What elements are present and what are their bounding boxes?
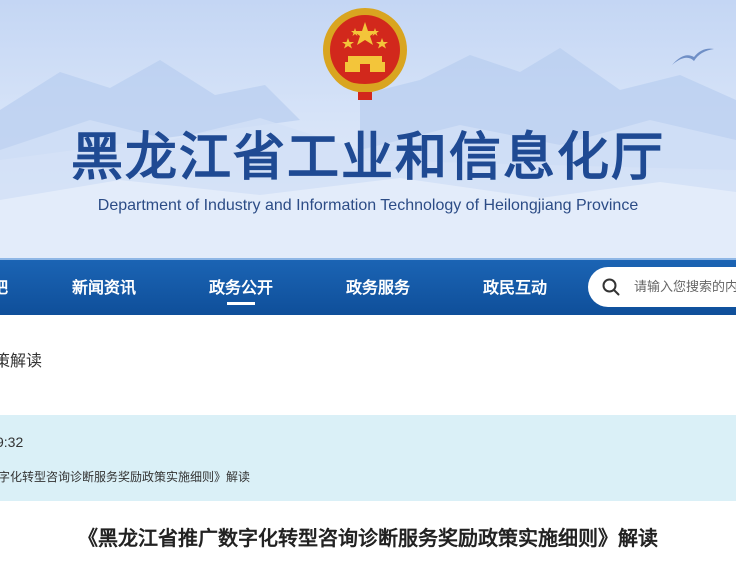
header-banner: 黑龙江省工业和信息化厅 Department of Industry and I…	[0, 0, 736, 258]
site-title: 黑龙江省工业和信息化厅	[70, 128, 665, 188]
article-info-box: 9:32 字化转型咨询诊断服务奖励政策实施细则》解读	[0, 415, 736, 501]
related-policy-link[interactable]: 字化转型咨询诊断服务奖励政策实施细则》解读	[0, 468, 250, 485]
search-box[interactable]	[588, 267, 736, 307]
publish-time: 9:32	[0, 434, 24, 450]
breadcrumb[interactable]: 策解读	[0, 347, 42, 371]
nav-item-gov-services[interactable]: 政务服务	[346, 260, 410, 315]
search-icon[interactable]	[602, 278, 620, 296]
nav-item-gov-affairs[interactable]: 政务公开	[209, 260, 273, 315]
nav-item-interaction[interactable]: 政民互动	[483, 260, 547, 315]
national-emblem-icon	[323, 8, 407, 100]
bird-icon	[672, 48, 714, 65]
nav-item-news[interactable]: 新闻资讯	[72, 260, 136, 315]
nav-item-home[interactable]: 吧	[0, 260, 8, 315]
article-title: 《黑龙江省推广数字化转型咨询诊断服务奖励政策实施细则》解读	[78, 526, 658, 550]
site-subtitle: Department of Industry and Information T…	[97, 197, 639, 214]
active-nav-indicator	[227, 302, 255, 305]
search-input[interactable]	[634, 267, 736, 307]
